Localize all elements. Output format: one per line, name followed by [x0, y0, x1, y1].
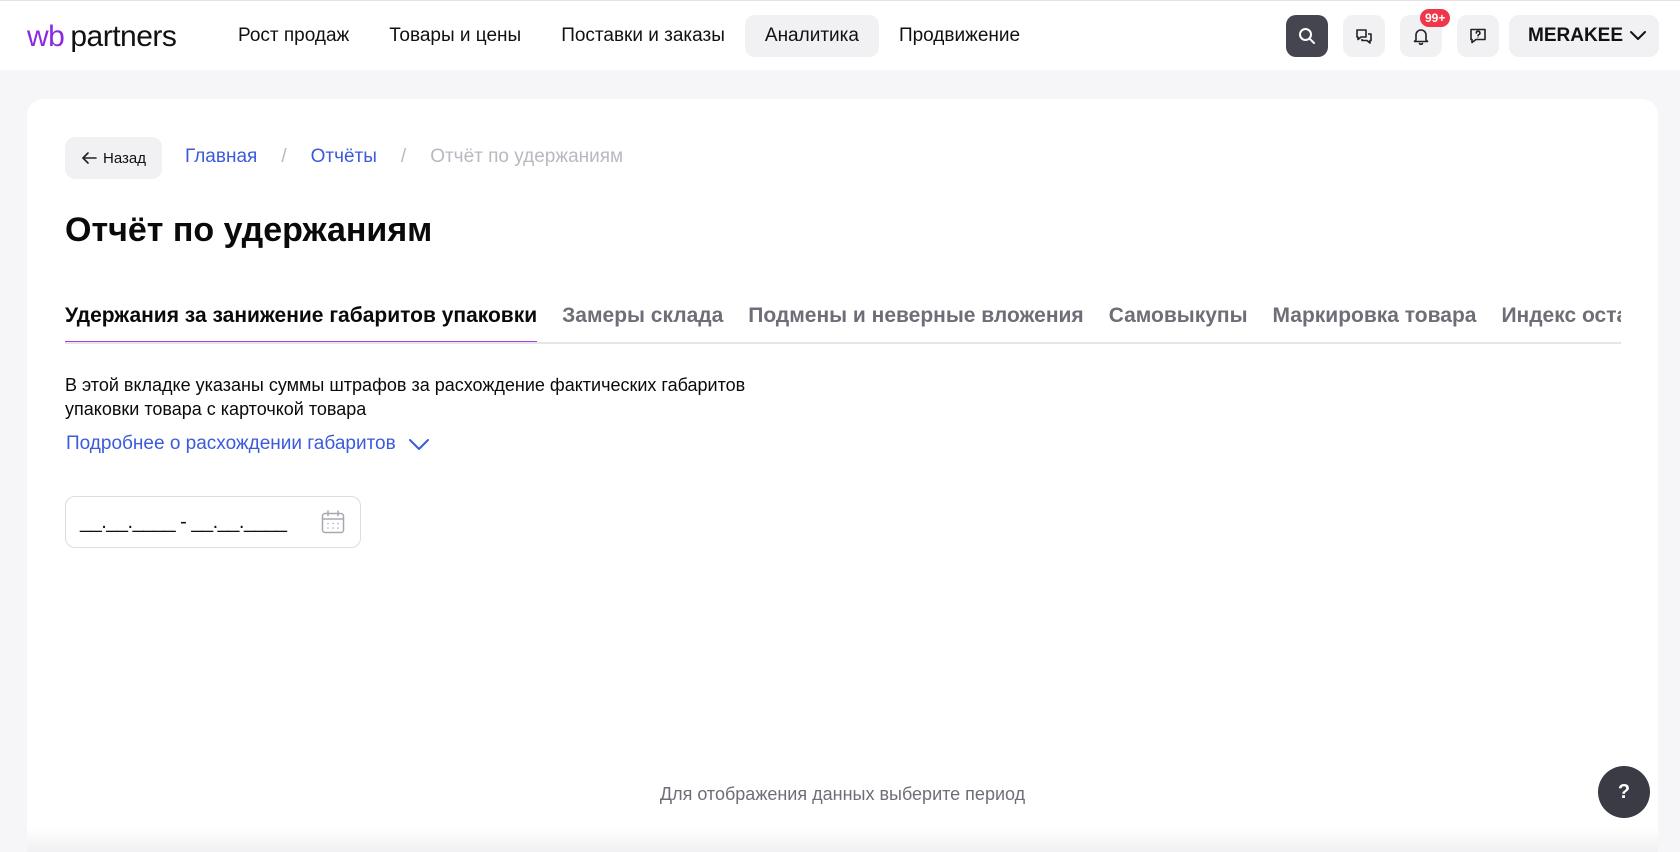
breadcrumb-separator: /	[400, 146, 407, 167]
tab-packaging-dimensions[interactable]: Удержания за занижение габаритов упаковк…	[65, 304, 538, 342]
top-header: wb partners Рост продаж Товары и цены По…	[0, 0, 1680, 70]
breadcrumb-reports[interactable]: Отчёты	[311, 146, 377, 168]
notifications-badge: 99+	[1420, 9, 1451, 27]
help-button[interactable]: ?	[1598, 766, 1650, 818]
chevron-down-icon	[1630, 31, 1646, 40]
tab-goods-labeling[interactable]: Маркировка товара	[1273, 304, 1477, 342]
support-button[interactable]	[1457, 15, 1499, 57]
tab-substitutions[interactable]: Подмены и неверные вложения	[748, 304, 1083, 342]
breadcrumb-separator: /	[281, 146, 287, 167]
date-range-value: __.__.____ - __.__.____	[80, 511, 287, 533]
report-tabs: Удержания за занижение габаритов упаковк…	[65, 304, 1621, 344]
bell-icon	[1413, 29, 1429, 46]
breadcrumb-home[interactable]: Главная	[185, 146, 257, 168]
tab-warehouse-measurements[interactable]: Замеры склада	[562, 304, 723, 342]
account-menu-button[interactable]: MERAKEE	[1509, 15, 1659, 57]
nav-item-analytics[interactable]: Аналитика	[744, 15, 879, 57]
nav-item-promotion[interactable]: Продвижение	[879, 15, 1040, 57]
nav-item-sales-growth[interactable]: Рост продаж	[218, 15, 369, 57]
chat-icon	[1356, 29, 1372, 44]
content-card: Назад Главная / Отчёты / Отчёт по удержа…	[27, 99, 1658, 852]
notifications-button[interactable]: 99+	[1400, 9, 1451, 57]
more-info-label: Подробнее о расхождении габаритов	[66, 433, 396, 454]
calendar-icon[interactable]	[320, 509, 346, 535]
help-icon: ?	[1617, 780, 1631, 803]
logo-wb-text: wb	[27, 20, 65, 53]
description-line-1: В этой вкладке указаны суммы штрафов за …	[65, 375, 746, 395]
empty-state-message: Для отображения данных выберите период	[659, 784, 1026, 804]
back-button-label: Назад	[103, 149, 146, 167]
bottom-fade	[27, 828, 1658, 852]
chat-button[interactable]	[1343, 15, 1385, 57]
support-chat-icon	[1470, 28, 1486, 44]
wb-partners-logo[interactable]: wb partners	[27, 20, 177, 53]
nav-item-goods-prices[interactable]: Товары и цены	[369, 15, 541, 57]
page-title: Отчёт по удержаниям	[65, 211, 433, 249]
breadcrumb-current: Отчёт по удержаниям	[430, 146, 624, 167]
back-button[interactable]: Назад	[65, 137, 162, 179]
breadcrumb: Главная / Отчёты / Отчёт по удержаниям	[185, 146, 623, 168]
more-info-link[interactable]: Подробнее о расхождении габаритов	[66, 433, 430, 455]
description-line-2: упаковки товара с карточкой товара	[65, 399, 367, 419]
account-name: MERAKEE	[1528, 25, 1624, 46]
search-button[interactable]	[1286, 15, 1328, 57]
logo-partners-text: partners	[70, 20, 177, 53]
nav-item-supplies-orders[interactable]: Поставки и заказы	[541, 15, 745, 57]
tab-description: В этой вкладке указаны суммы штрафов за …	[65, 373, 825, 421]
chevron-down-icon	[408, 439, 429, 450]
tab-stock-index[interactable]: Индекс остат	[1501, 304, 1621, 342]
search-icon	[1299, 28, 1315, 44]
main-navigation: Рост продаж Товары и цены Поставки и зак…	[218, 15, 1040, 57]
arrow-left-icon	[82, 152, 97, 164]
tab-self-purchases[interactable]: Самовыкупы	[1109, 304, 1248, 342]
date-range-input[interactable]: __.__.____ - __.__.____	[65, 496, 361, 548]
